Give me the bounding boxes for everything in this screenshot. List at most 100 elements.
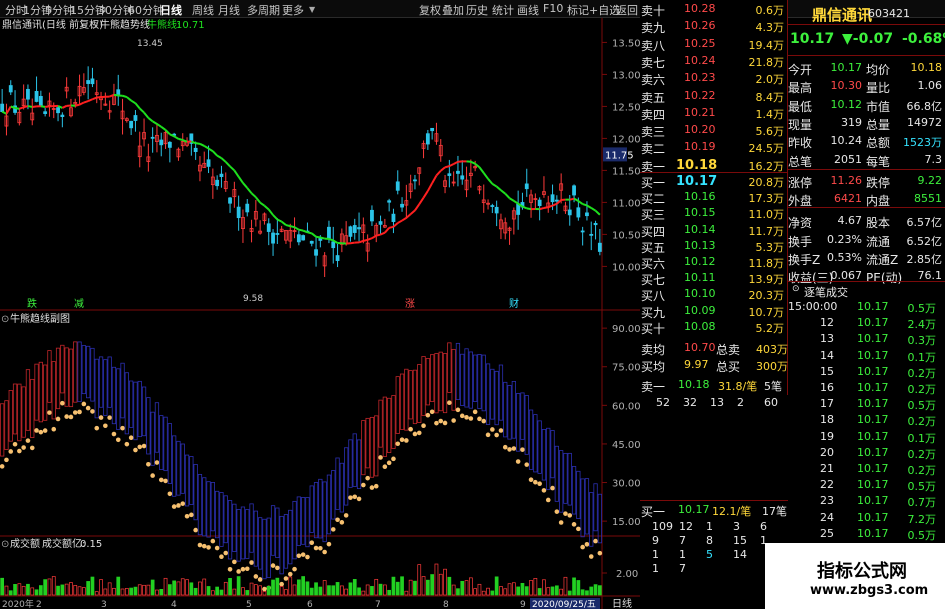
toolbar-period-9[interactable]: 多周期 <box>247 2 280 18</box>
stat-value: 319 <box>841 115 862 129</box>
volume-bar <box>228 577 232 596</box>
bull-bear-trend-line <box>237 176 244 184</box>
volume-bar <box>266 585 271 596</box>
volume-bar <box>275 577 280 596</box>
oscillator-bar <box>369 416 375 478</box>
toolbar-period-5[interactable]: 60分钟 <box>128 2 164 18</box>
volume-bar <box>370 586 374 596</box>
oscillator-mark <box>416 430 422 436</box>
oscillator-bar <box>356 439 362 490</box>
oscillator-mark <box>343 513 349 518</box>
toolbar-period-10[interactable]: 更多 <box>282 2 304 18</box>
volume-bar <box>279 586 284 596</box>
toolbar-action-3[interactable]: 统计 <box>492 2 514 18</box>
more-arrow-icon[interactable]: ▼ <box>309 5 315 14</box>
oscillator-bar <box>533 414 538 473</box>
stats-divider-3 <box>788 281 945 282</box>
toolbar-action-2[interactable]: 历史 <box>466 2 488 18</box>
oscillator-bar <box>313 482 319 539</box>
bull-bear-trend-line <box>418 197 425 205</box>
oscillator-mark <box>180 501 186 506</box>
oscillator-bar <box>51 361 56 420</box>
bull-bear-trend-line <box>139 107 145 114</box>
book-divider <box>640 172 788 173</box>
bull-bear-trend-line <box>32 105 37 108</box>
oscillator-bar <box>464 348 469 408</box>
volume-bar <box>120 588 125 596</box>
toolbar-action-6[interactable]: 标记 <box>567 2 589 18</box>
candle-body <box>567 209 572 216</box>
oscillator-bar <box>124 372 129 435</box>
bull-bear-trend-line <box>195 142 201 145</box>
toolbar-action-0[interactable]: 复权 <box>419 2 441 18</box>
oscillator-mark <box>201 543 207 549</box>
volume-bar <box>219 589 224 596</box>
bull-bear-trend-line <box>504 192 511 199</box>
candle-body <box>554 199 559 202</box>
oscillator-mark <box>29 445 35 451</box>
oscillator-bar <box>490 368 495 420</box>
toolbar-action-5[interactable]: F10 <box>543 2 563 15</box>
oscillator-mark <box>77 409 82 415</box>
ask-price: 10.26 <box>684 19 716 33</box>
bid-level-label: 买六 <box>641 257 666 271</box>
ask-volume: 4.3万 <box>755 21 785 35</box>
volume-bar <box>56 585 60 596</box>
bid-volume: 20.8万 <box>748 176 785 189</box>
tick-time: 12 <box>820 316 834 330</box>
annotation-0: 跌 <box>27 297 37 310</box>
volume-bar <box>361 590 366 596</box>
toolbar-action-1[interactable]: 叠加 <box>442 2 464 18</box>
stat-label: 换手 <box>788 234 813 249</box>
volume-bar <box>155 589 159 596</box>
oscillator-bar <box>361 420 366 476</box>
toolbar-period-8[interactable]: 月线 <box>218 2 240 18</box>
oscillator-mark <box>94 425 100 431</box>
oscillator-mark <box>356 496 362 502</box>
toolbar-period-7[interactable]: 周线 <box>192 2 214 18</box>
bid-volume: 20.3万 <box>748 289 785 303</box>
toolbar-action-8[interactable]: 返回 <box>616 2 638 18</box>
oscillator-bar <box>17 383 22 442</box>
candle-body <box>580 230 585 233</box>
oscillator-bar <box>430 354 435 402</box>
kline-chart-area[interactable]: 13.50 13.00 12.50 12.00 11.50 11.00 10.50 10.00… <box>0 18 640 609</box>
oscillator-bar <box>107 356 112 408</box>
tick-price: 10.17 <box>857 478 889 492</box>
oscillator-mark <box>442 420 448 426</box>
tick-time: 20 <box>820 445 834 459</box>
toolbar-action-4[interactable]: 画线 <box>517 2 539 18</box>
oscillator-mark <box>141 443 147 449</box>
candle-body <box>228 197 232 204</box>
oscillator-mark <box>373 483 379 489</box>
bull-bear-trend-line <box>401 217 407 222</box>
bid-level-label: 买三 <box>641 208 666 223</box>
oscillator-bar <box>352 433 357 487</box>
volume-label: 成交额亿: <box>42 537 85 550</box>
ask-price: 10.21 <box>684 105 716 119</box>
cursor-price-label: 11.75 <box>605 150 634 161</box>
x-axis-label: 4 <box>171 600 177 609</box>
avg-price: 10.70 <box>684 341 716 354</box>
oscillator-mark <box>584 542 590 547</box>
oscillator-bar <box>219 492 224 547</box>
bull-bear-trend-line <box>582 203 588 207</box>
buy1-queue-item: 6 <box>760 520 767 533</box>
toolbar-period-6[interactable]: 日线 <box>160 2 182 18</box>
bid-price: 10.08 <box>684 319 716 333</box>
bid-level-label: 买十 <box>641 321 666 336</box>
oscillator-mark <box>244 566 250 572</box>
oscillator-bar <box>451 348 456 411</box>
oscillator-bar <box>524 395 529 455</box>
sell1-queue-item: 32 <box>683 396 697 409</box>
volume-bar <box>404 590 409 596</box>
bull-bear-trend-line <box>590 207 597 212</box>
candle-body <box>593 222 598 226</box>
oscillator-mark <box>326 541 332 547</box>
oscillator-bar <box>120 362 125 419</box>
stat-label: 总额 <box>866 136 891 151</box>
annotation-2: 涨 <box>405 298 415 310</box>
vol-ytick-label: 2.00 <box>616 569 638 580</box>
bull-bear-trend-line <box>122 94 128 99</box>
oscillator-mark <box>232 559 237 565</box>
